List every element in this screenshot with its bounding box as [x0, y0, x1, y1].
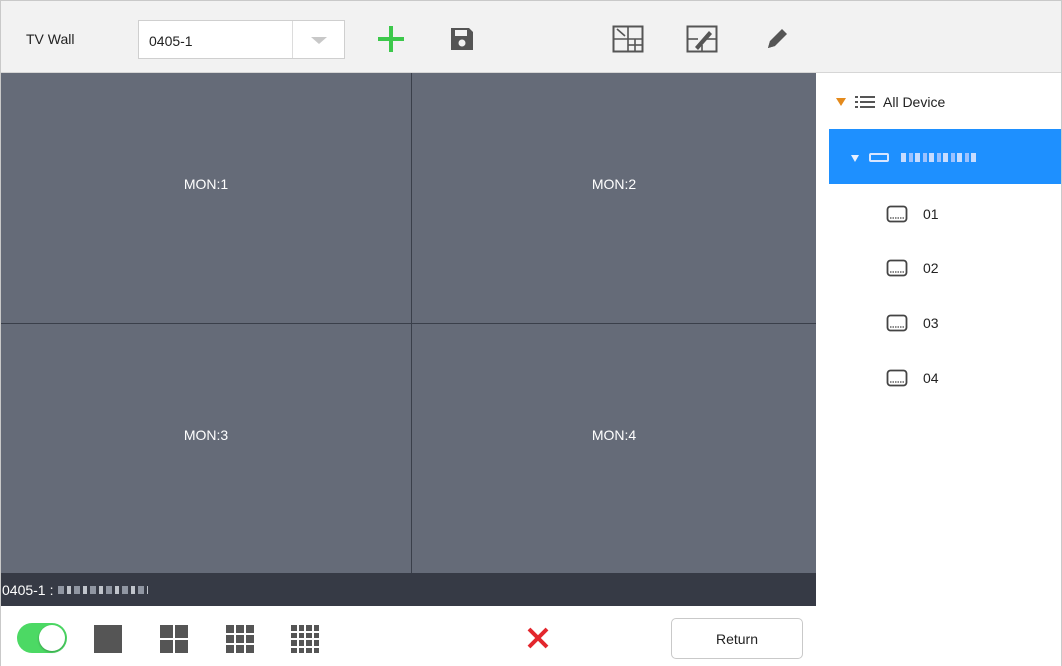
plus-icon — [378, 26, 404, 52]
page-title: TV Wall — [26, 31, 75, 47]
split-cell — [291, 625, 297, 631]
red-x-icon — [527, 627, 549, 649]
list-icon — [855, 96, 875, 108]
split-cell — [236, 645, 244, 653]
status-separator: : — [49, 581, 54, 598]
save-button[interactable] — [444, 21, 480, 57]
tree-device-node[interactable] — [829, 129, 1061, 184]
split-cell — [160, 640, 173, 653]
device-name-redacted — [901, 153, 979, 162]
floppy-disk-icon — [451, 28, 473, 50]
tree-channel-01[interactable]: 01 — [886, 201, 1046, 229]
channel-label: 02 — [923, 260, 939, 276]
layout-merge-button[interactable] — [684, 21, 720, 57]
split-cell — [226, 625, 234, 633]
monitor-label: MON:4 — [591, 426, 637, 443]
split-cell — [226, 635, 234, 643]
bottom-toolbar: Return — [1, 606, 816, 666]
split-cell — [246, 625, 254, 633]
split-4-button[interactable] — [160, 625, 188, 653]
split-cell — [175, 625, 188, 638]
channel-label: 01 — [923, 206, 939, 222]
split-cell — [94, 625, 122, 653]
split-cell — [291, 647, 297, 653]
monitor-channel-icon — [886, 259, 908, 277]
monitor-label: MON:2 — [591, 176, 637, 192]
tv-wall-select-value: 0405-1 — [149, 33, 193, 49]
monitor-tile-4[interactable]: MON:4 — [412, 324, 816, 573]
expand-arrow-icon[interactable] — [851, 155, 859, 162]
split-cell — [306, 625, 312, 631]
monitor-label: MON:1 — [183, 176, 229, 192]
clear-button[interactable] — [526, 626, 550, 650]
status-detail-redacted — [58, 585, 149, 594]
split-cell — [236, 625, 244, 633]
status-bar: 0405-1 : — [1, 573, 816, 606]
toggle-knob — [39, 625, 65, 651]
monitor-channel-icon — [886, 369, 908, 387]
tree-channel-03[interactable]: 03 — [886, 310, 1046, 338]
split-cell — [298, 632, 304, 638]
channel-label: 03 — [923, 315, 939, 331]
status-wall-name: 0405-1 — [2, 581, 46, 598]
expand-arrow-icon[interactable] — [836, 98, 846, 106]
split-cell — [175, 640, 188, 653]
split-cell — [313, 640, 319, 646]
pencil-icon — [768, 29, 787, 48]
split-cell — [298, 625, 304, 631]
split-cell — [313, 647, 319, 653]
split-cell — [298, 640, 304, 646]
split-9-button[interactable] — [226, 625, 254, 653]
split-cell — [291, 632, 297, 638]
monitor-channel-icon — [886, 205, 908, 223]
grid-split-icon — [612, 25, 644, 53]
channel-label: 04 — [923, 370, 939, 386]
tv-wall-canvas[interactable]: MON:1 MON:2 MON:3 MON:4 — [1, 73, 816, 573]
tree-channel-04[interactable]: 04 — [886, 365, 1046, 393]
grid-merge-icon — [686, 25, 718, 53]
split-cell — [313, 632, 319, 638]
split-cell — [306, 640, 312, 646]
monitor-label: MON:3 — [183, 426, 229, 443]
split-cell — [226, 645, 234, 653]
split-16-button[interactable] — [291, 625, 319, 653]
split-1-button[interactable] — [94, 625, 122, 653]
split-cell — [291, 640, 297, 646]
tree-root-label: All Device — [883, 94, 946, 110]
chevron-down-icon[interactable] — [292, 21, 344, 58]
monitor-tile-1[interactable]: MON:1 — [1, 73, 411, 323]
sync-toggle[interactable] — [17, 623, 67, 653]
tv-wall-select[interactable]: 0405-1 — [138, 20, 345, 59]
split-cell — [298, 647, 304, 653]
split-cell — [306, 632, 312, 638]
split-cell — [313, 625, 319, 631]
split-cell — [246, 635, 254, 643]
split-cell — [160, 625, 173, 638]
tv-wall-window: TV Wall 0405-1 MON:1 MON:2 MON:3 MON:4 0… — [0, 0, 1062, 666]
tree-channel-02[interactable]: 02 — [886, 255, 1046, 283]
return-button[interactable]: Return — [671, 618, 803, 659]
tree-root-all-device[interactable]: All Device — [816, 73, 1061, 129]
layout-split-button[interactable] — [610, 21, 646, 57]
add-button[interactable] — [373, 21, 409, 57]
toolbar: TV Wall 0405-1 — [1, 1, 1061, 73]
monitor-tile-2[interactable]: MON:2 — [412, 73, 816, 323]
device-icon — [869, 153, 889, 162]
edit-button[interactable] — [759, 21, 795, 57]
split-cell — [246, 645, 254, 653]
monitor-channel-icon — [886, 314, 908, 332]
monitor-tile-3[interactable]: MON:3 — [1, 324, 411, 573]
tile-divider-horizontal — [1, 323, 816, 324]
split-cell — [236, 635, 244, 643]
device-tree: All Device 01 02 03 04 — [816, 73, 1061, 666]
split-cell — [306, 647, 312, 653]
